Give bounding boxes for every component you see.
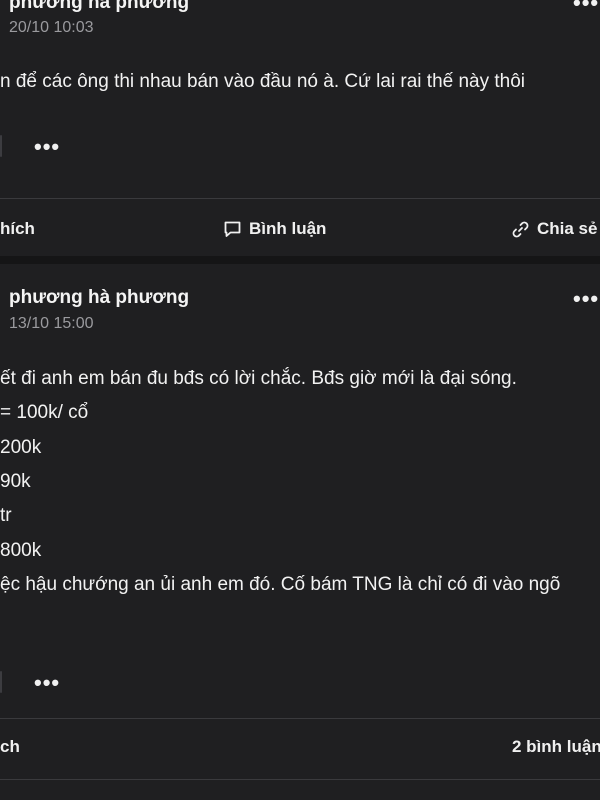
- post-text-line: tr: [0, 505, 12, 526]
- comment-bubble-icon: [223, 220, 242, 238]
- share-button[interactable]: Chia sẻ: [511, 219, 597, 239]
- post-text-line: 90k: [0, 471, 31, 492]
- share-label: Chia sẻ: [537, 219, 598, 238]
- post-options-icon[interactable]: •••: [34, 672, 60, 694]
- link-chain-icon: [511, 220, 530, 239]
- post-options-icon[interactable]: •••: [34, 136, 60, 158]
- reaction-edge: [0, 135, 2, 157]
- comment-label: Bình luận: [249, 219, 327, 238]
- comments-count-link[interactable]: 2 bình luận: [512, 737, 600, 757]
- post-separator: [0, 256, 600, 264]
- like-label: ch: [0, 737, 20, 756]
- post-author[interactable]: phương hà phương: [9, 0, 189, 14]
- post-timestamp[interactable]: 20/10 10:03: [9, 19, 94, 37]
- post-text-line: n để các ông thi nhau bán vào đầu nó à. …: [0, 71, 526, 92]
- post-text-line: 800k: [0, 540, 42, 561]
- post-more-icon[interactable]: •••: [573, 288, 599, 310]
- divider: [0, 718, 600, 719]
- comments-count: 2 bình luận: [512, 737, 600, 756]
- post-text-line: = 100k/ cổ: [0, 402, 89, 423]
- post-text-line: ệc hậu chướng an ủi anh em đó. Cố bám TN…: [0, 574, 561, 595]
- like-button[interactable]: hích: [0, 219, 35, 239]
- reaction-edge: [0, 671, 2, 693]
- like-label: hích: [0, 219, 35, 238]
- post-more-icon[interactable]: •••: [573, 0, 599, 14]
- like-button[interactable]: ch: [0, 737, 20, 757]
- post-text-line: 200k: [0, 437, 42, 458]
- post-author[interactable]: phương hà phương: [9, 287, 189, 309]
- post-timestamp[interactable]: 13/10 15:00: [9, 315, 94, 333]
- post-text-line: ết đi anh em bán đu bđs có lời chắc. Bđs…: [0, 368, 517, 389]
- divider: [0, 779, 600, 780]
- comment-button[interactable]: Bình luận: [223, 219, 326, 239]
- divider: [0, 198, 600, 199]
